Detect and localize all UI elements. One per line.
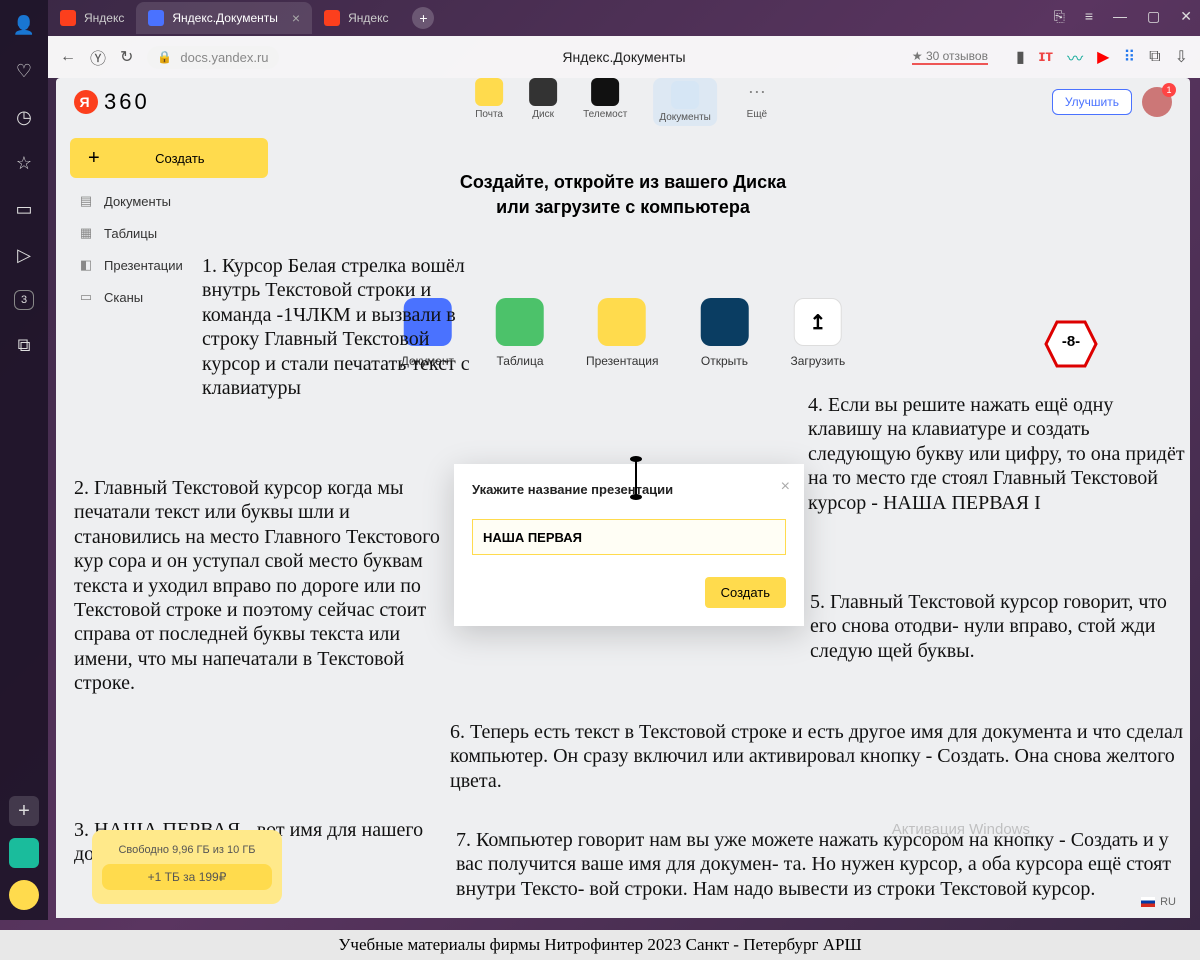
nav-disk[interactable]: Диск bbox=[529, 78, 557, 126]
extensions-icon[interactable]: ⧉ bbox=[1149, 48, 1160, 66]
close-window-icon[interactable]: ✕ bbox=[1180, 8, 1192, 25]
text-cursor-overlay bbox=[626, 458, 646, 498]
annotation-4: 4. Если вы решите нажать ещё одну клавиш… bbox=[808, 393, 1190, 515]
language-indicator[interactable]: RU bbox=[1141, 896, 1176, 908]
bell-icon[interactable]: ♡ bbox=[13, 60, 35, 82]
menu-icon[interactable]: ≡ bbox=[1085, 8, 1093, 25]
action-upload[interactable]: ↥Загрузить bbox=[790, 298, 845, 368]
hero-title: Создайте, откройте из вашего Дискаили за… bbox=[460, 170, 786, 220]
youtube-icon[interactable]: ▶ bbox=[1097, 47, 1109, 67]
rail-plus-button[interactable]: + bbox=[9, 796, 39, 826]
nav-telemost[interactable]: Телемост bbox=[583, 78, 627, 126]
tab-1[interactable]: Яндекс bbox=[48, 2, 136, 34]
annotation-1: 1. Курсор Белая стрелка вошёл внутрь Тек… bbox=[202, 254, 472, 400]
presentation-name-input[interactable] bbox=[472, 519, 786, 555]
action-presentation[interactable]: Презентация bbox=[586, 298, 659, 368]
main-area: Создайте, откройте из вашего Дискаили за… bbox=[56, 138, 1190, 918]
footer-caption: Учебные материалы фирмы Нитрофинтер 2023… bbox=[0, 930, 1200, 960]
ext1-icon[interactable]: ɪт bbox=[1039, 48, 1053, 66]
address-bar: ← Ⓨ ↻ 🔒docs.yandex.ru Яндекс.Документы ★… bbox=[48, 36, 1200, 78]
maximize-icon[interactable]: ▢ bbox=[1147, 8, 1160, 25]
num-icon[interactable]: 3 bbox=[14, 290, 34, 310]
copy-icon[interactable]: ⧉ bbox=[13, 334, 35, 356]
nav-more[interactable]: ⋯Ещё bbox=[743, 78, 771, 126]
action-table[interactable]: Таблица bbox=[496, 298, 544, 368]
titlebar: Яндекс Яндекс.Документы× Яндекс + ⎘ ≡ — … bbox=[48, 0, 1200, 36]
annotation-5: 5. Главный Текстовой курсор говорит, что… bbox=[810, 590, 1190, 663]
new-tab-button[interactable]: + bbox=[412, 7, 434, 29]
minimize-icon[interactable]: — bbox=[1113, 8, 1127, 25]
lock-icon: 🔒 bbox=[157, 50, 172, 64]
avatar[interactable] bbox=[1142, 87, 1172, 117]
translate-icon[interactable]: ⠿ bbox=[1123, 47, 1135, 67]
clock-icon[interactable]: ◷ bbox=[13, 106, 35, 128]
logo-360[interactable]: Я360 bbox=[74, 89, 150, 115]
tab-3[interactable]: Яндекс bbox=[312, 2, 400, 34]
tab-2-active[interactable]: Яндекс.Документы× bbox=[136, 2, 312, 34]
chat-icon[interactable]: ▭ bbox=[13, 198, 35, 220]
nav-mail[interactable]: Почта bbox=[475, 78, 503, 126]
storage-text: Свободно 9,96 ГБ из 10 ГБ bbox=[102, 844, 272, 856]
play-icon[interactable]: ▷ bbox=[13, 244, 35, 266]
ext2-icon[interactable]: 〰 bbox=[1067, 45, 1083, 69]
annotation-7: 7. Компьютер говорит нам вы уже можете н… bbox=[456, 828, 1190, 901]
star-icon[interactable]: ☆ bbox=[13, 152, 35, 174]
action-open[interactable]: Открыть bbox=[700, 298, 748, 368]
downloads-icon[interactable]: ⇩ bbox=[1175, 47, 1188, 67]
annotation-6: 6. Теперь есть текст в Текстовой строке … bbox=[450, 720, 1190, 793]
app-header: Я360 Почта Диск Телемост Документы ⋯Ещё … bbox=[56, 78, 1190, 126]
reload-icon[interactable]: ↻ bbox=[120, 47, 133, 67]
windows-watermark: Активация Windows bbox=[892, 821, 1030, 838]
page-number-badge: -8- bbox=[1044, 320, 1098, 368]
nav-documents[interactable]: Документы bbox=[653, 78, 717, 126]
upgrade-button[interactable]: Улучшить bbox=[1052, 89, 1132, 115]
yandex-nav-icon[interactable]: Ⓨ bbox=[90, 45, 106, 69]
dialog-create-button[interactable]: Создать bbox=[705, 577, 786, 608]
page-title: Яндекс.Документы bbox=[562, 49, 685, 65]
close-icon[interactable]: × bbox=[292, 10, 300, 26]
dialog-close-icon[interactable]: × bbox=[781, 478, 790, 496]
rail-teal-icon[interactable] bbox=[9, 838, 39, 868]
reader-icon[interactable]: ⎘ bbox=[1054, 8, 1065, 25]
browser-left-rail: 👤 ♡ ◷ ☆ ▭ ▷ 3 ⧉ + bbox=[0, 0, 48, 920]
back-icon[interactable]: ← bbox=[60, 48, 76, 66]
url-pill[interactable]: 🔒docs.yandex.ru bbox=[147, 46, 278, 69]
annotation-2: 2. Главный Текстовой курсор когда мы печ… bbox=[74, 476, 452, 696]
reviews-badge[interactable]: ★ 30 отзывов bbox=[912, 49, 988, 65]
profile-icon[interactable]: 👤 bbox=[13, 14, 35, 36]
storage-widget: Свободно 9,96 ГБ из 10 ГБ +1 ТБ за 199₽ bbox=[92, 830, 282, 904]
app-viewport: Я360 Почта Диск Телемост Документы ⋯Ещё … bbox=[56, 78, 1190, 918]
bookmark-icon[interactable]: ▮ bbox=[1016, 47, 1025, 67]
rail-alice-icon[interactable] bbox=[9, 880, 39, 910]
storage-upgrade-button[interactable]: +1 ТБ за 199₽ bbox=[102, 864, 272, 890]
